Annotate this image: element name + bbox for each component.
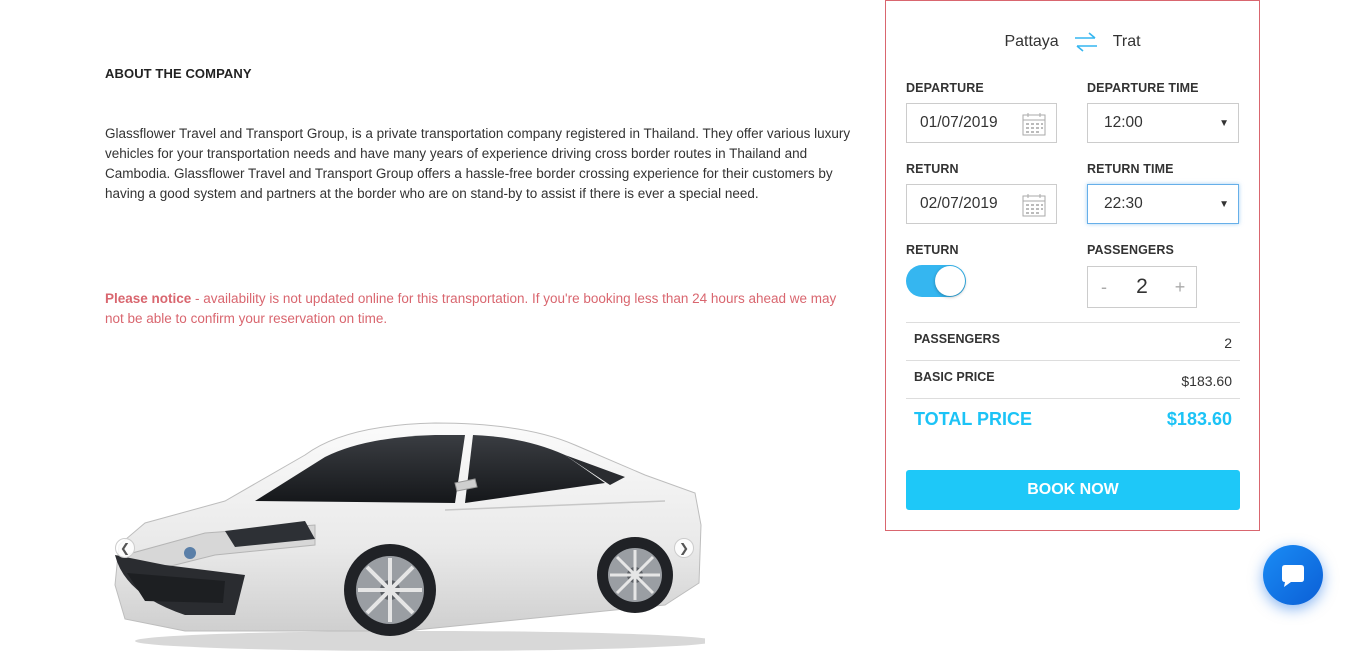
return-toggle-label: RETURN xyxy=(906,243,959,257)
summary-basic-price-row: BASIC PRICE $183.60 xyxy=(906,360,1240,398)
calendar-icon[interactable] xyxy=(1022,193,1046,217)
swap-arrows-icon[interactable] xyxy=(1073,32,1099,52)
summary-total-row: TOTAL PRICE $183.60 xyxy=(906,398,1240,438)
route-destination: Trat xyxy=(1112,33,1141,50)
departure-date-input[interactable]: 01/07/2019 xyxy=(906,103,1057,143)
increment-button[interactable]: + xyxy=(1164,277,1196,298)
total-price-value: $183.60 xyxy=(1166,409,1232,429)
availability-notice: Please notice - availability is not upda… xyxy=(105,289,845,329)
return-label: RETURN xyxy=(906,162,959,176)
carousel-prev-button[interactable]: ❮ xyxy=(115,538,135,558)
carousel-next-button[interactable]: ❯ xyxy=(674,538,694,558)
return-time-select[interactable]: 22:30 ▼ xyxy=(1087,184,1239,224)
chevron-right-icon: ❯ xyxy=(678,541,690,555)
return-date-input[interactable]: 02/07/2019 xyxy=(906,184,1057,224)
caret-down-icon: ▼ xyxy=(1219,199,1229,210)
caret-down-icon: ▼ xyxy=(1219,118,1229,129)
departure-time-value: 12:00 xyxy=(1104,114,1143,131)
calendar-icon[interactable] xyxy=(1022,112,1046,136)
return-toggle[interactable] xyxy=(906,265,966,297)
departure-date-value: 01/07/2019 xyxy=(920,114,998,131)
passengers-count: 2 xyxy=(1136,275,1148,298)
total-price-key: TOTAL PRICE xyxy=(914,409,1033,429)
notice-label: Please notice xyxy=(105,291,192,306)
departure-label: DEPARTURE xyxy=(906,81,984,95)
decrement-button[interactable]: - xyxy=(1088,277,1120,298)
chat-bubble-icon xyxy=(1282,565,1304,587)
route-origin: Pattaya xyxy=(1004,33,1059,50)
route-header: Pattaya Trat xyxy=(886,32,1259,52)
summary-passengers-value: 2 xyxy=(1224,335,1232,351)
chevron-left-icon: ❮ xyxy=(119,541,131,555)
book-now-button[interactable]: BOOK NOW xyxy=(906,470,1240,510)
return-time-value: 22:30 xyxy=(1104,195,1143,212)
toggle-knob xyxy=(935,266,965,296)
vehicle-image xyxy=(105,405,705,657)
return-date-value: 02/07/2019 xyxy=(920,195,998,212)
notice-text: - availability is not updated online for… xyxy=(105,291,837,326)
departure-time-label: DEPARTURE TIME xyxy=(1087,81,1199,95)
return-time-label: RETURN TIME xyxy=(1087,162,1174,176)
summary-passengers-row: PASSENGERS 2 xyxy=(906,322,1240,360)
departure-time-select[interactable]: 12:00 ▼ xyxy=(1087,103,1239,143)
summary-basic-price-key: BASIC PRICE xyxy=(914,370,995,384)
summary-basic-price-value: $183.60 xyxy=(1181,373,1232,389)
booking-panel: Pattaya Trat DEPARTURE 01/07/2019 DEPART… xyxy=(885,0,1260,531)
passengers-label: PASSENGERS xyxy=(1087,243,1174,257)
passengers-stepper[interactable]: - 2 + xyxy=(1087,266,1197,308)
chat-widget-button[interactable] xyxy=(1263,545,1323,605)
summary-passengers-key: PASSENGERS xyxy=(914,332,1000,346)
about-heading: ABOUT THE COMPANY xyxy=(105,66,252,81)
about-text: Glassflower Travel and Transport Group, … xyxy=(105,126,851,201)
